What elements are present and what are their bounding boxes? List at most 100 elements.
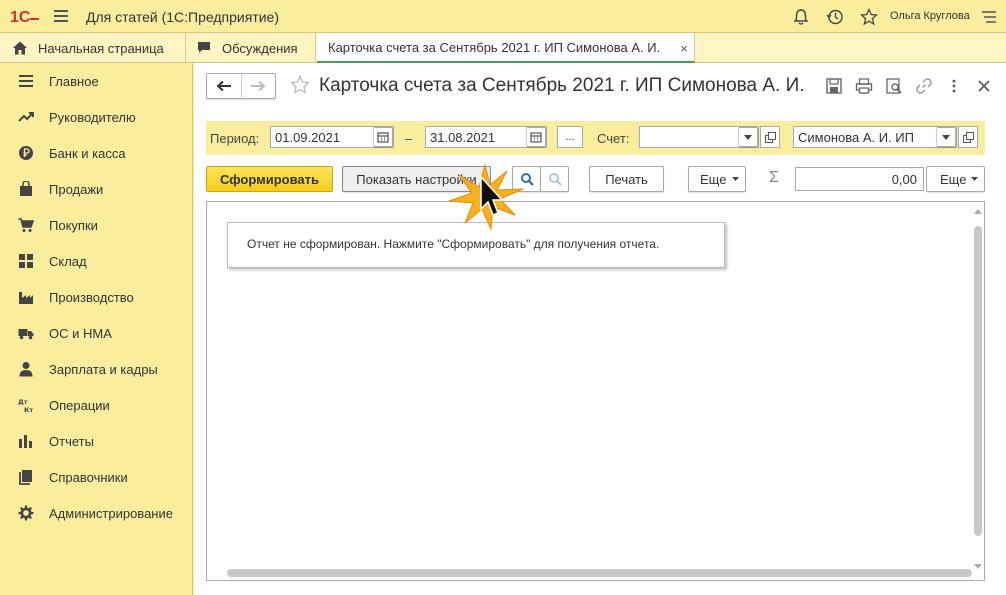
1c-logo-icon[interactable]: 1С: [10, 7, 40, 25]
calendar-icon[interactable]: [373, 127, 393, 147]
sidebar-item-label: Покупки: [49, 217, 98, 233]
more-button-2[interactable]: Еще: [926, 166, 985, 192]
sidebar-item-label: Склад: [49, 253, 87, 269]
cart-icon: [18, 217, 34, 233]
sidebar-item-sales[interactable]: Продажи: [0, 171, 193, 207]
close-form-icon[interactable]: [975, 77, 993, 95]
sidebar-item-reports[interactable]: Отчеты: [0, 423, 193, 459]
arrow-left-icon: [216, 80, 231, 92]
sidebar-item-production[interactable]: Производство: [0, 279, 193, 315]
vertical-scrollbar[interactable]: [974, 208, 982, 570]
organization-field[interactable]: Симонова А. И. ИП: [793, 126, 957, 148]
ruble-coin-icon: [18, 145, 34, 161]
favorites-star-icon[interactable]: [860, 8, 878, 26]
home-icon: [13, 41, 27, 55]
report-form: Карточка счета за Сентябрь 2021 г. ИП Си…: [194, 63, 1006, 595]
title-bar: 1С Для статей (1С:Предприятие) Ольга Кру…: [0, 0, 1006, 33]
sum-icon: Σ: [769, 169, 779, 186]
svg-text:1С: 1С: [10, 9, 31, 25]
chevron-down-icon: [732, 177, 739, 181]
sidebar-item-label: Отчеты: [49, 433, 94, 449]
tab-discussions[interactable]: Обсуждения: [186, 33, 316, 63]
truck-icon: [18, 325, 34, 341]
chevron-down-icon: [971, 177, 978, 181]
arrow-right-icon: [251, 80, 266, 92]
forward-button[interactable]: [242, 74, 276, 98]
sidebar-item-operations[interactable]: Дт Кт Операции: [0, 387, 193, 423]
open-organization-button[interactable]: [958, 126, 978, 148]
svg-text:Дт: Дт: [18, 398, 28, 406]
more-button[interactable]: Еще: [688, 166, 746, 192]
tabs-bar: Начальная страница Обсуждения Карточка с…: [0, 33, 1006, 63]
main-menu-icon[interactable]: [54, 10, 68, 22]
account-label: Счет:: [597, 131, 630, 146]
sidebar-item-label: Главное: [49, 73, 99, 89]
scroll-thumb[interactable]: [974, 226, 982, 536]
calendar-icon[interactable]: [526, 127, 546, 147]
bell-icon[interactable]: [792, 8, 810, 26]
gear-icon: [18, 505, 34, 521]
debit-credit-icon: Дт Кт: [18, 397, 34, 413]
more-vertical-icon[interactable]: [945, 77, 963, 95]
factory-icon: [18, 289, 34, 305]
date-from-value: 01.09.2021: [275, 130, 341, 145]
preview-icon[interactable]: [885, 77, 903, 95]
chat-icon: [198, 42, 210, 53]
account-field[interactable]: [639, 126, 759, 148]
boxes-icon: [18, 253, 34, 269]
menu-lines-icon: [18, 73, 34, 89]
books-icon: [18, 469, 34, 485]
app-title: Для статей (1С:Предприятие): [86, 9, 279, 25]
scroll-up-icon[interactable]: [974, 208, 982, 214]
sidebar-item-manager[interactable]: Руководителю: [0, 99, 193, 135]
tab-label: Карточка счета за Сентябрь 2021 г. ИП Си…: [328, 39, 661, 55]
svg-text:Кт: Кт: [24, 406, 33, 413]
sidebar-item-bank[interactable]: Банк и касса: [0, 135, 193, 171]
page-title: Карточка счета за Сентябрь 2021 г. ИП Си…: [319, 75, 805, 96]
sidebar-item-admin[interactable]: Администрирование: [0, 495, 193, 531]
history-icon[interactable]: [826, 8, 844, 26]
sidebar-item-warehouse[interactable]: Склад: [0, 243, 193, 279]
more-label: Еще: [940, 171, 967, 187]
dropdown-arrow-icon[interactable]: [738, 127, 758, 147]
select-period-button[interactable]: ...: [557, 126, 583, 148]
tab-home[interactable]: Начальная страница: [0, 33, 186, 63]
favorite-star-icon[interactable]: [290, 75, 310, 95]
user-name[interactable]: Ольга Круглова: [890, 10, 970, 22]
person-icon: [18, 361, 34, 377]
sidebar-item-payroll[interactable]: Зарплата и кадры: [0, 351, 193, 387]
back-button[interactable]: [207, 74, 242, 98]
generate-button[interactable]: Сформировать: [206, 166, 333, 192]
sidebar-item-label: Производство: [49, 289, 134, 305]
search-cancel-button[interactable]: [540, 166, 569, 192]
date-from-field[interactable]: 01.09.2021: [270, 126, 394, 148]
link-icon[interactable]: [915, 77, 933, 95]
open-account-button[interactable]: [760, 126, 780, 148]
sidebar-item-label: ОС и НМА: [49, 325, 112, 341]
sidebar-item-purchases[interactable]: Покупки: [0, 207, 193, 243]
settings-menu-icon[interactable]: [980, 8, 998, 26]
scroll-down-icon[interactable]: [974, 564, 982, 570]
shopping-bag-icon: [18, 181, 34, 197]
more-label: Еще: [700, 171, 727, 187]
bar-chart-icon: [18, 433, 34, 449]
organization-value: Симонова А. И. ИП: [798, 130, 914, 145]
dropdown-arrow-icon[interactable]: [936, 127, 956, 147]
printer-icon[interactable]: [855, 77, 873, 95]
close-icon[interactable]: ×: [680, 41, 688, 56]
command-bar: Сформировать Показать настройки Печать Е…: [206, 165, 986, 193]
sidebar-item-main[interactable]: Главное: [0, 63, 193, 99]
horizontal-scrollbar[interactable]: [227, 569, 972, 577]
sidebar-item-label: Продажи: [49, 181, 104, 197]
sidebar-item-fixed-assets[interactable]: ОС и НМА: [0, 315, 193, 351]
sidebar-item-label: Операции: [49, 397, 110, 413]
trend-icon: [18, 109, 34, 125]
save-icon[interactable]: [825, 77, 843, 95]
date-to-field[interactable]: 31.08.2021: [425, 126, 547, 148]
print-button[interactable]: Печать: [589, 166, 664, 192]
sum-field: 0,00: [795, 167, 924, 191]
report-area[interactable]: Отчет не сформирован. Нажмите "Сформиров…: [206, 201, 985, 581]
tab-account-card[interactable]: Карточка счета за Сентябрь 2021 г. ИП Си…: [317, 33, 695, 63]
sidebar-item-catalogs[interactable]: Справочники: [0, 459, 193, 495]
sidebar-item-label: Справочники: [49, 469, 128, 485]
